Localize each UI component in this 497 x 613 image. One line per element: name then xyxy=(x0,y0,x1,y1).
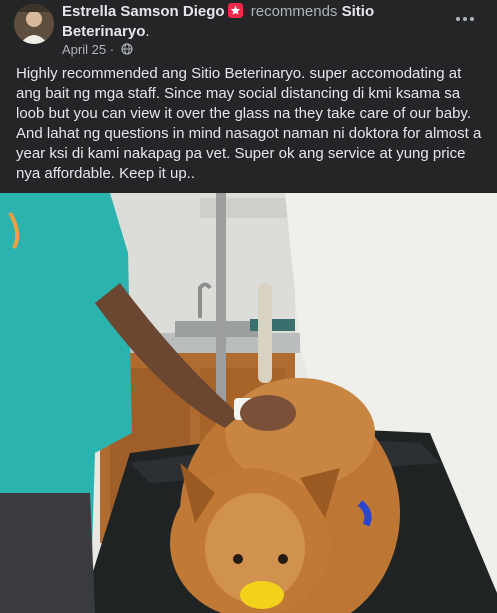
author-name[interactable]: Estrella Samson Diego xyxy=(62,3,225,20)
author-avatar[interactable] xyxy=(14,4,54,44)
meta-separator: · xyxy=(109,42,115,57)
more-options-icon[interactable] xyxy=(451,8,479,30)
post-header: Estrella Samson Diego recommends Sitio B… xyxy=(0,0,497,62)
post-body-text: Highly recommended ang Sitio Beterinaryo… xyxy=(16,65,482,182)
dog-vet-photo xyxy=(0,193,497,613)
avatar-image xyxy=(14,4,54,44)
name-line-period: . xyxy=(145,23,150,40)
post-date[interactable]: April 25 xyxy=(62,42,106,57)
recommendation-badge-icon xyxy=(227,3,243,18)
post-photo[interactable] xyxy=(0,193,497,613)
globe-icon[interactable] xyxy=(121,43,133,55)
recommends-text: recommends xyxy=(250,3,338,20)
post-title-line: Estrella Samson Diego recommends Sitio B… xyxy=(62,2,452,42)
post-meta: April 25 · xyxy=(62,42,133,57)
